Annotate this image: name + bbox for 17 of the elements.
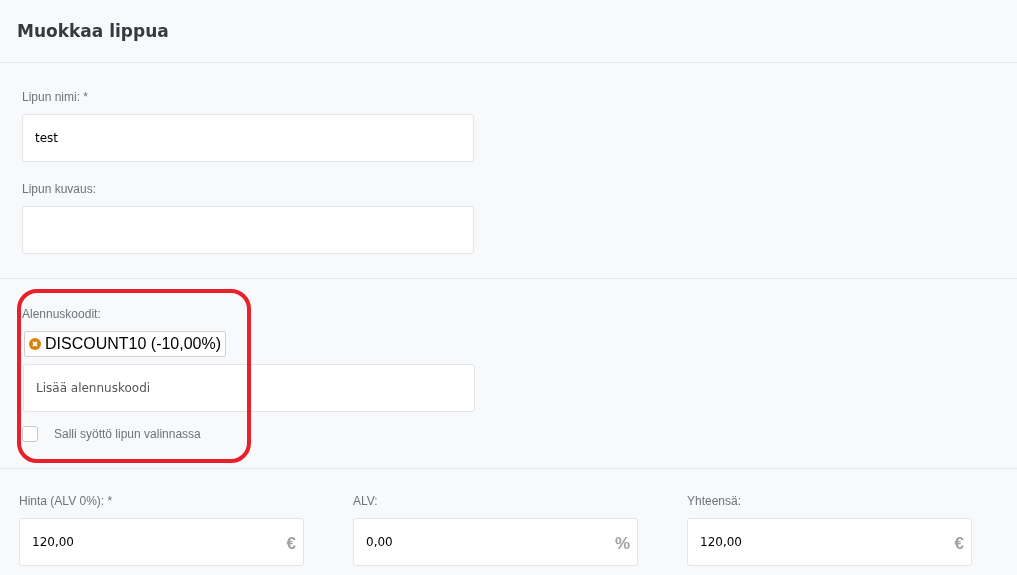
page-title: Muokkaa lippua [17, 21, 169, 41]
field-label: Lipun kuvaus: [22, 182, 98, 196]
unit-label: € [954, 534, 964, 554]
remove-icon[interactable] [29, 338, 41, 350]
checkbox-label: Salli syöttö lipun valinnassa [54, 427, 201, 441]
field-label: ALV: [353, 494, 379, 508]
input-field[interactable] [22, 206, 474, 254]
discount-code-tag: DISCOUNT10 (-10,00%) [24, 331, 227, 357]
field-label: Yhteensä: [687, 494, 743, 508]
input-field[interactable]: test [22, 114, 474, 162]
input-field[interactable]: Lisää alennuskoodi [23, 364, 475, 412]
unit-label: % [614, 534, 630, 554]
checkbox[interactable] [22, 426, 38, 442]
field-label: Alennuskoodit: [22, 307, 102, 321]
unit-label: € [286, 534, 296, 554]
field-label: Lipun nimi: * [22, 90, 90, 104]
field-label: Hinta (ALV 0%): * [19, 494, 114, 508]
